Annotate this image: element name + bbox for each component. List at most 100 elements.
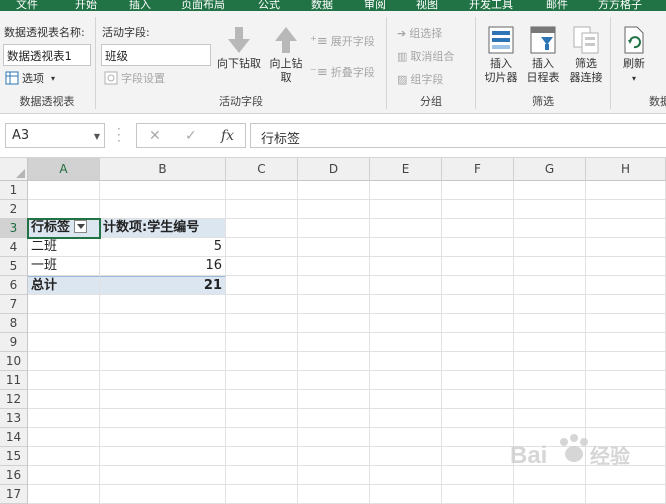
- group-field-button[interactable]: ▨ 组字段: [397, 71, 443, 87]
- row-header[interactable]: 15: [0, 447, 28, 466]
- grid-cell[interactable]: [100, 447, 226, 466]
- grid-cell[interactable]: [100, 352, 226, 371]
- grid-cell[interactable]: [298, 181, 370, 200]
- refresh-button[interactable]: 刷新 ▾: [617, 25, 651, 86]
- column-header-g[interactable]: G: [514, 158, 586, 181]
- grid-cell[interactable]: [370, 447, 442, 466]
- grid-cell[interactable]: [370, 200, 442, 219]
- grid-cell[interactable]: [28, 409, 100, 428]
- filter-connections-button[interactable]: 筛选 器连接: [564, 25, 608, 85]
- grid-cell[interactable]: [514, 295, 586, 314]
- enter-icon[interactable]: ✓: [185, 128, 197, 144]
- grid-cell[interactable]: [28, 352, 100, 371]
- tab-developer[interactable]: 开发工具: [469, 0, 513, 11]
- grid-cell[interactable]: [586, 181, 666, 200]
- grid-cell[interactable]: [28, 371, 100, 390]
- grid-cell[interactable]: [586, 219, 666, 238]
- select-all-corner[interactable]: [0, 158, 28, 181]
- grid-cell[interactable]: [298, 409, 370, 428]
- row-header[interactable]: 6: [0, 276, 28, 295]
- grid-cell[interactable]: [226, 428, 298, 447]
- grid-cell[interactable]: [298, 314, 370, 333]
- grid-cell[interactable]: [442, 257, 514, 276]
- grid-cell[interactable]: [514, 219, 586, 238]
- tab-data[interactable]: 数据: [311, 0, 333, 11]
- active-field-input[interactable]: 班级: [101, 44, 211, 66]
- row-header[interactable]: 17: [0, 485, 28, 504]
- pivot-row-value[interactable]: 16: [100, 257, 226, 276]
- column-header-a[interactable]: A: [28, 158, 100, 181]
- grid-cell[interactable]: [586, 257, 666, 276]
- field-settings-button[interactable]: 字段设置: [104, 70, 165, 86]
- collapse-field-button[interactable]: ⁻≡ 折叠字段: [310, 64, 375, 80]
- grid-cell[interactable]: [28, 200, 100, 219]
- grid-cell[interactable]: [226, 181, 298, 200]
- grid-cell[interactable]: [226, 219, 298, 238]
- grid-cell[interactable]: [226, 333, 298, 352]
- row-header[interactable]: 10: [0, 352, 28, 371]
- grid-cell[interactable]: [514, 276, 586, 295]
- column-header-h[interactable]: H: [586, 158, 666, 181]
- pivot-grand-total-value[interactable]: 21: [100, 276, 226, 295]
- grid-cell[interactable]: [442, 352, 514, 371]
- options-button[interactable]: 选项 ▾: [5, 70, 55, 86]
- grid-cell[interactable]: [586, 295, 666, 314]
- grid-cell[interactable]: [100, 409, 226, 428]
- grid-cell[interactable]: [100, 428, 226, 447]
- grid-cell[interactable]: [298, 333, 370, 352]
- grid-cell[interactable]: [298, 485, 370, 504]
- grid-cell[interactable]: [100, 466, 226, 485]
- group-selection-button[interactable]: ➔ 组选择: [397, 25, 442, 41]
- grid-cell[interactable]: [370, 181, 442, 200]
- column-header-f[interactable]: F: [442, 158, 514, 181]
- grid-cell[interactable]: [514, 257, 586, 276]
- grid-cell[interactable]: [298, 466, 370, 485]
- grid-cell[interactable]: [100, 200, 226, 219]
- grid-cell[interactable]: [28, 428, 100, 447]
- grid-cell[interactable]: [442, 466, 514, 485]
- grid-cell[interactable]: [28, 485, 100, 504]
- grid-cell[interactable]: [370, 428, 442, 447]
- grid-cell[interactable]: [586, 371, 666, 390]
- grid-cell[interactable]: [370, 352, 442, 371]
- grid-cell[interactable]: [226, 390, 298, 409]
- row-header[interactable]: 4: [0, 238, 28, 257]
- drill-up-button[interactable]: 向上钻 取: [264, 25, 308, 85]
- grid-cell[interactable]: [226, 466, 298, 485]
- pivot-grand-total-label[interactable]: 总计: [28, 276, 100, 295]
- grid-cell[interactable]: [226, 485, 298, 504]
- grid-cell[interactable]: [586, 409, 666, 428]
- grid-cell[interactable]: [100, 333, 226, 352]
- grid-cell[interactable]: [298, 352, 370, 371]
- grid-cell[interactable]: [226, 371, 298, 390]
- grid-cell[interactable]: [514, 371, 586, 390]
- pivot-name-input[interactable]: 数据透视表1: [3, 44, 91, 66]
- grid-cell[interactable]: [100, 371, 226, 390]
- grid-cell[interactable]: [514, 181, 586, 200]
- ungroup-button[interactable]: ▥ 取消组合: [397, 48, 454, 64]
- row-header[interactable]: 5: [0, 257, 28, 276]
- pivot-row-value[interactable]: 5: [100, 238, 226, 257]
- grid-cell[interactable]: [370, 333, 442, 352]
- grid-cell[interactable]: [442, 181, 514, 200]
- name-box[interactable]: A3 ▼: [5, 123, 105, 148]
- grid-cell[interactable]: [298, 295, 370, 314]
- grid-cell[interactable]: [442, 200, 514, 219]
- grid-cell[interactable]: [586, 352, 666, 371]
- grid-cell[interactable]: [586, 200, 666, 219]
- pivot-row-label[interactable]: 一班: [28, 257, 100, 276]
- grid-cell[interactable]: [370, 314, 442, 333]
- grid-cell[interactable]: [226, 257, 298, 276]
- grid-cell[interactable]: [298, 257, 370, 276]
- row-header[interactable]: 12: [0, 390, 28, 409]
- grid-cell[interactable]: [298, 447, 370, 466]
- row-header[interactable]: 16: [0, 466, 28, 485]
- formula-bar-grip-icon[interactable]: · · ·: [117, 123, 121, 147]
- name-box-dropdown-icon[interactable]: ▼: [94, 132, 100, 141]
- grid-cell[interactable]: [442, 390, 514, 409]
- formula-input[interactable]: 行标签: [250, 123, 666, 148]
- tab-page-layout[interactable]: 页面布局: [181, 0, 225, 11]
- grid-cell[interactable]: [28, 466, 100, 485]
- grid-cell[interactable]: [226, 352, 298, 371]
- row-header[interactable]: 13: [0, 409, 28, 428]
